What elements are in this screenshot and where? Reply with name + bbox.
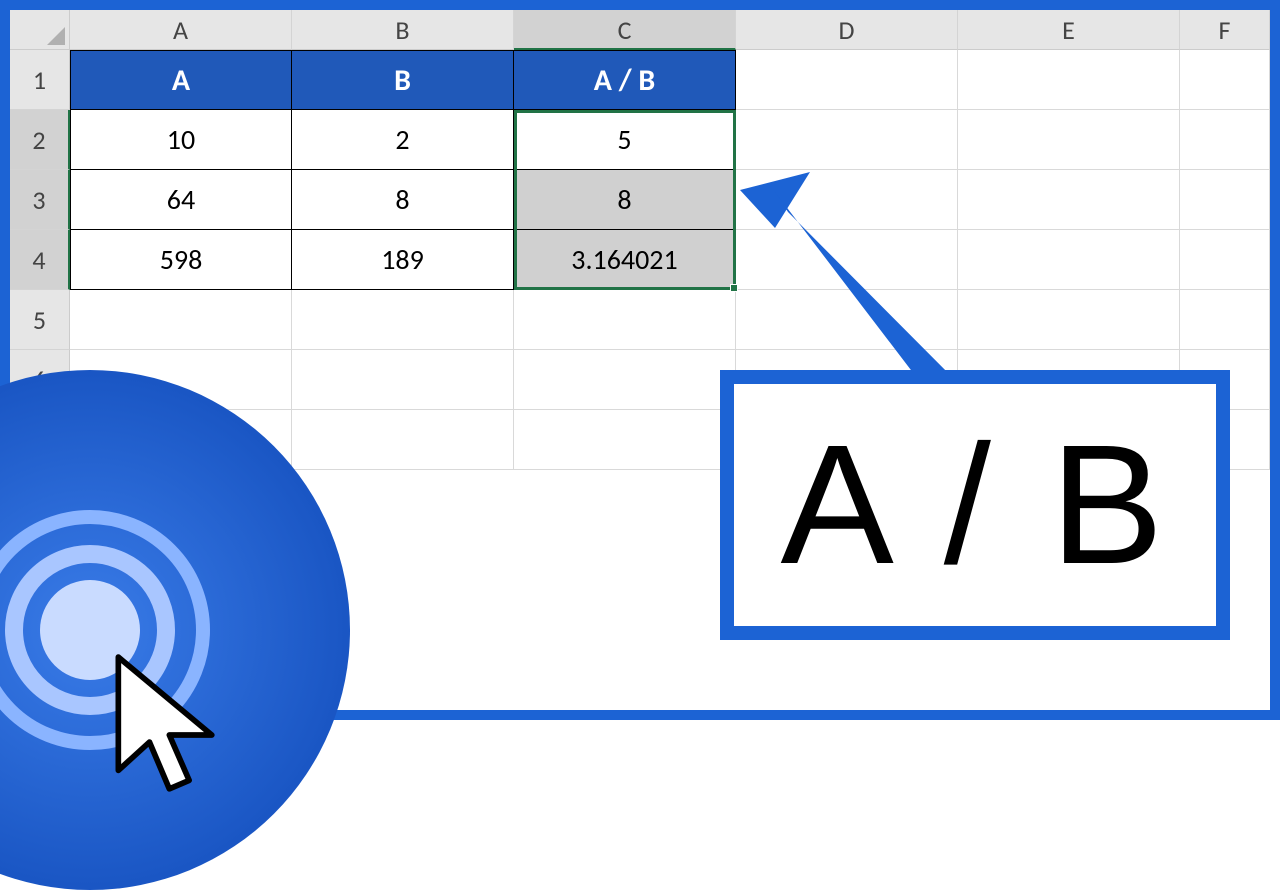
select-all-corner[interactable] xyxy=(10,10,70,50)
cell-C6[interactable] xyxy=(514,350,736,410)
cell-E5[interactable] xyxy=(958,290,1180,350)
cell-A2[interactable]: 10 xyxy=(70,110,292,170)
cell-F5[interactable] xyxy=(1180,290,1270,350)
cell-C7[interactable] xyxy=(514,410,736,470)
row-4: 4 598 189 3.164021 xyxy=(10,230,1270,290)
cell-E4[interactable] xyxy=(958,230,1180,290)
cell-C5[interactable] xyxy=(514,290,736,350)
cell-B3[interactable]: 8 xyxy=(292,170,514,230)
cell-C1[interactable]: A / B xyxy=(514,50,736,110)
column-header-A[interactable]: A xyxy=(70,10,292,50)
row-header-1[interactable]: 1 xyxy=(10,50,70,110)
brand-logo xyxy=(0,370,350,890)
cell-F2[interactable] xyxy=(1180,110,1270,170)
column-header-D[interactable]: D xyxy=(736,10,958,50)
callout-text: A / B xyxy=(780,407,1169,603)
cell-B1[interactable]: B xyxy=(292,50,514,110)
row-header-4[interactable]: 4 xyxy=(10,230,70,290)
cell-F3[interactable] xyxy=(1180,170,1270,230)
column-header-C[interactable]: C xyxy=(514,10,736,50)
column-header-row: A B C D E F xyxy=(10,10,1270,50)
cell-B4[interactable]: 189 xyxy=(292,230,514,290)
cell-D1[interactable] xyxy=(736,50,958,110)
cell-B5[interactable] xyxy=(292,290,514,350)
column-header-B[interactable]: B xyxy=(292,10,514,50)
row-2: 2 10 2 5 xyxy=(10,110,1270,170)
cell-A5[interactable] xyxy=(70,290,292,350)
row-1: 1 A B A / B xyxy=(10,50,1270,110)
cell-F1[interactable] xyxy=(1180,50,1270,110)
app-frame: A B C D E F 1 A B A / B 2 10 2 xyxy=(0,0,1280,720)
cell-A3[interactable]: 64 xyxy=(70,170,292,230)
cell-C4[interactable]: 3.164021 xyxy=(514,230,736,290)
column-header-F[interactable]: F xyxy=(1180,10,1270,50)
row-header-5[interactable]: 5 xyxy=(10,290,70,350)
cell-F4[interactable] xyxy=(1180,230,1270,290)
cell-E3[interactable] xyxy=(958,170,1180,230)
cell-A1[interactable]: A xyxy=(70,50,292,110)
row-3: 3 64 8 8 xyxy=(10,170,1270,230)
cell-A4[interactable]: 598 xyxy=(70,230,292,290)
cell-D2[interactable] xyxy=(736,110,958,170)
cell-E1[interactable] xyxy=(958,50,1180,110)
column-header-E[interactable]: E xyxy=(958,10,1180,50)
cell-B2[interactable]: 2 xyxy=(292,110,514,170)
callout-arrow-icon xyxy=(720,170,980,400)
cell-C3[interactable]: 8 xyxy=(514,170,736,230)
cell-C2[interactable]: 5 xyxy=(514,110,736,170)
row-5: 5 xyxy=(10,290,1270,350)
cell-E2[interactable] xyxy=(958,110,1180,170)
cursor-icon xyxy=(100,650,250,820)
row-header-2[interactable]: 2 xyxy=(10,110,70,170)
formula-callout: A / B xyxy=(720,370,1230,640)
row-header-3[interactable]: 3 xyxy=(10,170,70,230)
